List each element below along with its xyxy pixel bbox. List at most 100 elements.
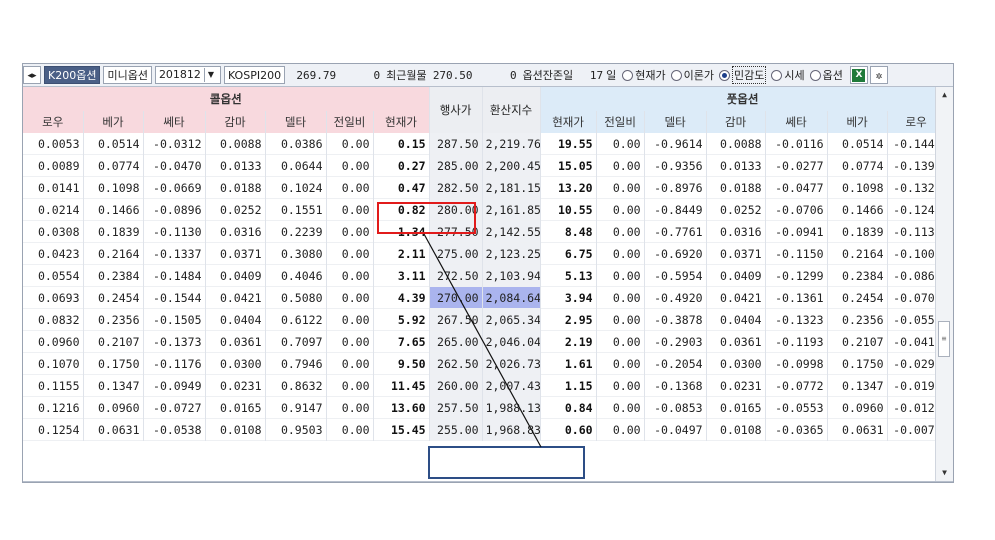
table-row[interactable]: 0.0141 0.1098 -0.0669 0.0188 0.1024 0.00 0.47 2… bbox=[23, 176, 946, 199]
call-cell: 0.1551 bbox=[265, 198, 327, 221]
table-row[interactable]: 0.0960 0.2107 -0.1373 0.0361 0.7097 0.00 7.65 2… bbox=[23, 330, 946, 353]
table-row[interactable]: 0.0423 0.2164 -0.1337 0.0371 0.3080 0.00 2.11 2… bbox=[23, 242, 946, 265]
scroll-down-icon[interactable]: ▼ bbox=[936, 465, 953, 481]
put-cell: 0.2384 bbox=[827, 264, 888, 287]
radio-label: 이론가 bbox=[683, 69, 715, 82]
scroll-thumb[interactable]: ≡ bbox=[938, 321, 950, 357]
put-col-header[interactable]: 현재가 bbox=[540, 111, 597, 133]
scroll-up-icon[interactable]: ▲ bbox=[936, 87, 953, 103]
excel-export-button[interactable]: X bbox=[849, 66, 868, 84]
call-cell: -0.1130 bbox=[143, 220, 206, 243]
call-cell: 0.0231 bbox=[205, 374, 266, 397]
call-col-header[interactable]: 델타 bbox=[265, 111, 327, 133]
put-cell: 0.0188 bbox=[706, 176, 766, 199]
table-row[interactable]: 0.0089 0.0774 -0.0470 0.0133 0.0644 0.00 0.27 2… bbox=[23, 154, 946, 177]
tab-mini-option[interactable]: 미니옵션 bbox=[103, 66, 152, 84]
radio-option[interactable]: 옵션 bbox=[809, 67, 843, 83]
put-cell: -0.0277 bbox=[765, 154, 828, 177]
put-col-header[interactable]: 델타 bbox=[644, 111, 707, 133]
call-cell: 0.0188 bbox=[205, 176, 266, 199]
strike-price: 280.00 bbox=[429, 198, 483, 221]
near-future-change: 0 bbox=[509, 68, 517, 82]
strike-price: 260.00 bbox=[429, 374, 483, 397]
table-row[interactable]: 0.0308 0.1839 -0.1130 0.0316 0.2239 0.00 1.34 2… bbox=[23, 220, 946, 243]
call-cell: 0.0141 bbox=[23, 176, 84, 199]
option-rows: 0.0053 0.0514 -0.0312 0.0088 0.0386 0.00 0.15 2… bbox=[23, 133, 946, 441]
radio-label: 옵션 bbox=[822, 69, 843, 82]
call-current-price: 3.11 bbox=[373, 264, 430, 287]
put-cell: 0.00 bbox=[596, 242, 645, 265]
index-name: KOSPI200 bbox=[223, 66, 286, 84]
call-cell: 0.00 bbox=[326, 396, 374, 419]
call-cell: 0.0404 bbox=[205, 308, 266, 331]
table-row[interactable]: 0.1254 0.0631 -0.0538 0.0108 0.9503 0.00 15.45… bbox=[23, 418, 946, 441]
table-row[interactable]: 0.0693 0.2454 -0.1544 0.0421 0.5080 0.00 4.39 2… bbox=[23, 286, 946, 309]
tab-k200-option[interactable]: K200옵션 bbox=[44, 66, 101, 84]
put-cell: -0.0941 bbox=[765, 220, 828, 243]
put-cell: 0.0165 bbox=[706, 396, 766, 419]
put-cell: -0.2054 bbox=[644, 352, 707, 375]
table-row[interactable]: 0.1070 0.1750 -0.1176 0.0300 0.7946 0.00 9.50 2… bbox=[23, 352, 946, 375]
strike-price: 272.50 bbox=[429, 264, 483, 287]
month-select[interactable]: 201812 ▼ bbox=[154, 66, 221, 84]
put-col-header[interactable]: 베가 bbox=[827, 111, 888, 133]
call-current-price: 11.45 bbox=[373, 374, 430, 397]
put-cell: 0.00 bbox=[596, 330, 645, 353]
call-col-header[interactable]: 현재가 bbox=[373, 111, 430, 133]
radio-sensitivity[interactable]: 민감도 bbox=[719, 66, 767, 84]
converted-index: 2,065.34 bbox=[482, 308, 541, 331]
call-cell: 0.0774 bbox=[83, 154, 144, 177]
call-cell: 0.1466 bbox=[83, 198, 144, 221]
call-cell: 0.0409 bbox=[205, 264, 266, 287]
call-col-header[interactable]: 감마 bbox=[205, 111, 266, 133]
put-col-header[interactable]: 감마 bbox=[706, 111, 766, 133]
call-current-price: 13.60 bbox=[373, 396, 430, 419]
radio-quote[interactable]: 시세 bbox=[771, 67, 805, 83]
put-cell: -0.9356 bbox=[644, 154, 707, 177]
put-cell: 0.1347 bbox=[827, 374, 888, 397]
call-cell: 0.1070 bbox=[23, 352, 84, 375]
put-cell: 0.0108 bbox=[706, 418, 766, 441]
put-cell: 0.00 bbox=[596, 220, 645, 243]
settings-button[interactable]: ✲ bbox=[869, 66, 888, 84]
put-cell: -0.0853 bbox=[644, 396, 707, 419]
call-cell: 0.1750 bbox=[83, 352, 144, 375]
left-right-arrows-icon[interactable]: ◂▸ bbox=[23, 66, 41, 84]
converted-index: 2,026.73 bbox=[482, 352, 541, 375]
call-col-header[interactable]: 쎄타 bbox=[143, 111, 206, 133]
call-col-header[interactable]: 로우 bbox=[23, 111, 84, 133]
vertical-scrollbar[interactable]: ▲ ≡ ▼ bbox=[935, 87, 953, 481]
table-row[interactable]: 0.1216 0.0960 -0.0727 0.0165 0.9147 0.00 13.60… bbox=[23, 396, 946, 419]
put-current-price: 5.13 bbox=[540, 264, 597, 287]
table-row[interactable]: 0.0214 0.1466 -0.0896 0.0252 0.1551 0.00 0.82 2… bbox=[23, 198, 946, 221]
near-future-value: 270.50 bbox=[432, 68, 473, 82]
option-board-window: ◂▸ K200옵션 미니옵션 201812 ▼ KOSPI200 269.79 … bbox=[22, 63, 954, 483]
converted-index: 2,007.43 bbox=[482, 374, 541, 397]
table-row[interactable]: 0.0832 0.2356 -0.1505 0.0404 0.6122 0.00 5.92 2… bbox=[23, 308, 946, 331]
converted-index: 2,200.45 bbox=[482, 154, 541, 177]
put-cell: -0.0998 bbox=[765, 352, 828, 375]
call-cell: 0.0108 bbox=[205, 418, 266, 441]
call-cell: -0.0896 bbox=[143, 198, 206, 221]
put-cell: 0.1750 bbox=[827, 352, 888, 375]
radio-theoretical-price[interactable]: 이론가 bbox=[670, 67, 715, 83]
table-row[interactable]: 0.1155 0.1347 -0.0949 0.0231 0.8632 0.00 11.45… bbox=[23, 374, 946, 397]
put-cell: 0.0316 bbox=[706, 220, 766, 243]
call-cell: 0.0554 bbox=[23, 264, 84, 287]
put-cell: 0.0300 bbox=[706, 352, 766, 375]
put-cell: 0.1098 bbox=[827, 176, 888, 199]
call-cell: 0.2454 bbox=[83, 286, 144, 309]
call-cell: -0.1176 bbox=[143, 352, 206, 375]
put-col-header[interactable]: 쎄타 bbox=[765, 111, 828, 133]
table-row[interactable]: 0.0554 0.2384 -0.1484 0.0409 0.4046 0.00 3.11 2… bbox=[23, 264, 946, 287]
put-col-header[interactable]: 전일비 bbox=[596, 111, 645, 133]
call-col-header[interactable]: 베가 bbox=[83, 111, 144, 133]
call-current-price: 1.34 bbox=[373, 220, 430, 243]
put-cell: -0.1150 bbox=[765, 242, 828, 265]
call-cell: 0.8632 bbox=[265, 374, 327, 397]
call-cell: -0.0669 bbox=[143, 176, 206, 199]
call-col-header[interactable]: 전일비 bbox=[326, 111, 374, 133]
radio-current-price[interactable]: 현재가 bbox=[622, 67, 666, 83]
table-row[interactable]: 0.0053 0.0514 -0.0312 0.0088 0.0386 0.00 0.15 2… bbox=[23, 133, 946, 155]
call-cell: -0.0538 bbox=[143, 418, 206, 441]
